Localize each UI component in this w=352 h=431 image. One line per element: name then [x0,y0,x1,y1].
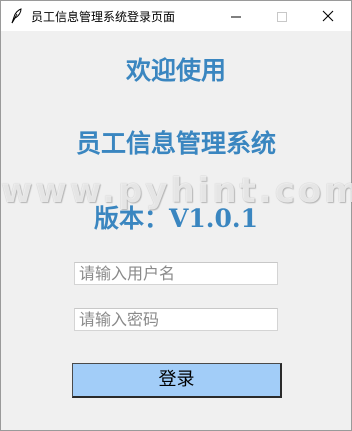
login-button[interactable]: 登录 [72,363,282,398]
version-label: 版本：V1.0.1 [94,204,258,233]
close-icon [322,7,334,26]
minimize-button[interactable] [213,1,259,31]
login-window: 员工信息管理系统登录页面 欢迎使用 员工信息管理系统 www.pyhint.co… [0,0,352,431]
system-name-heading: 员工信息管理系统 [75,129,276,158]
feather-icon [9,8,23,24]
close-button[interactable] [305,1,351,31]
window-title: 员工信息管理系统登录页面 [31,10,176,24]
minimize-icon [231,7,241,26]
maximize-icon [277,7,287,26]
maximize-button[interactable] [259,1,305,31]
title-bar[interactable]: 员工信息管理系统登录页面 [1,1,351,31]
welcome-heading: 欢迎使用 [125,56,226,85]
password-input[interactable] [74,308,278,331]
username-input[interactable] [74,262,278,285]
